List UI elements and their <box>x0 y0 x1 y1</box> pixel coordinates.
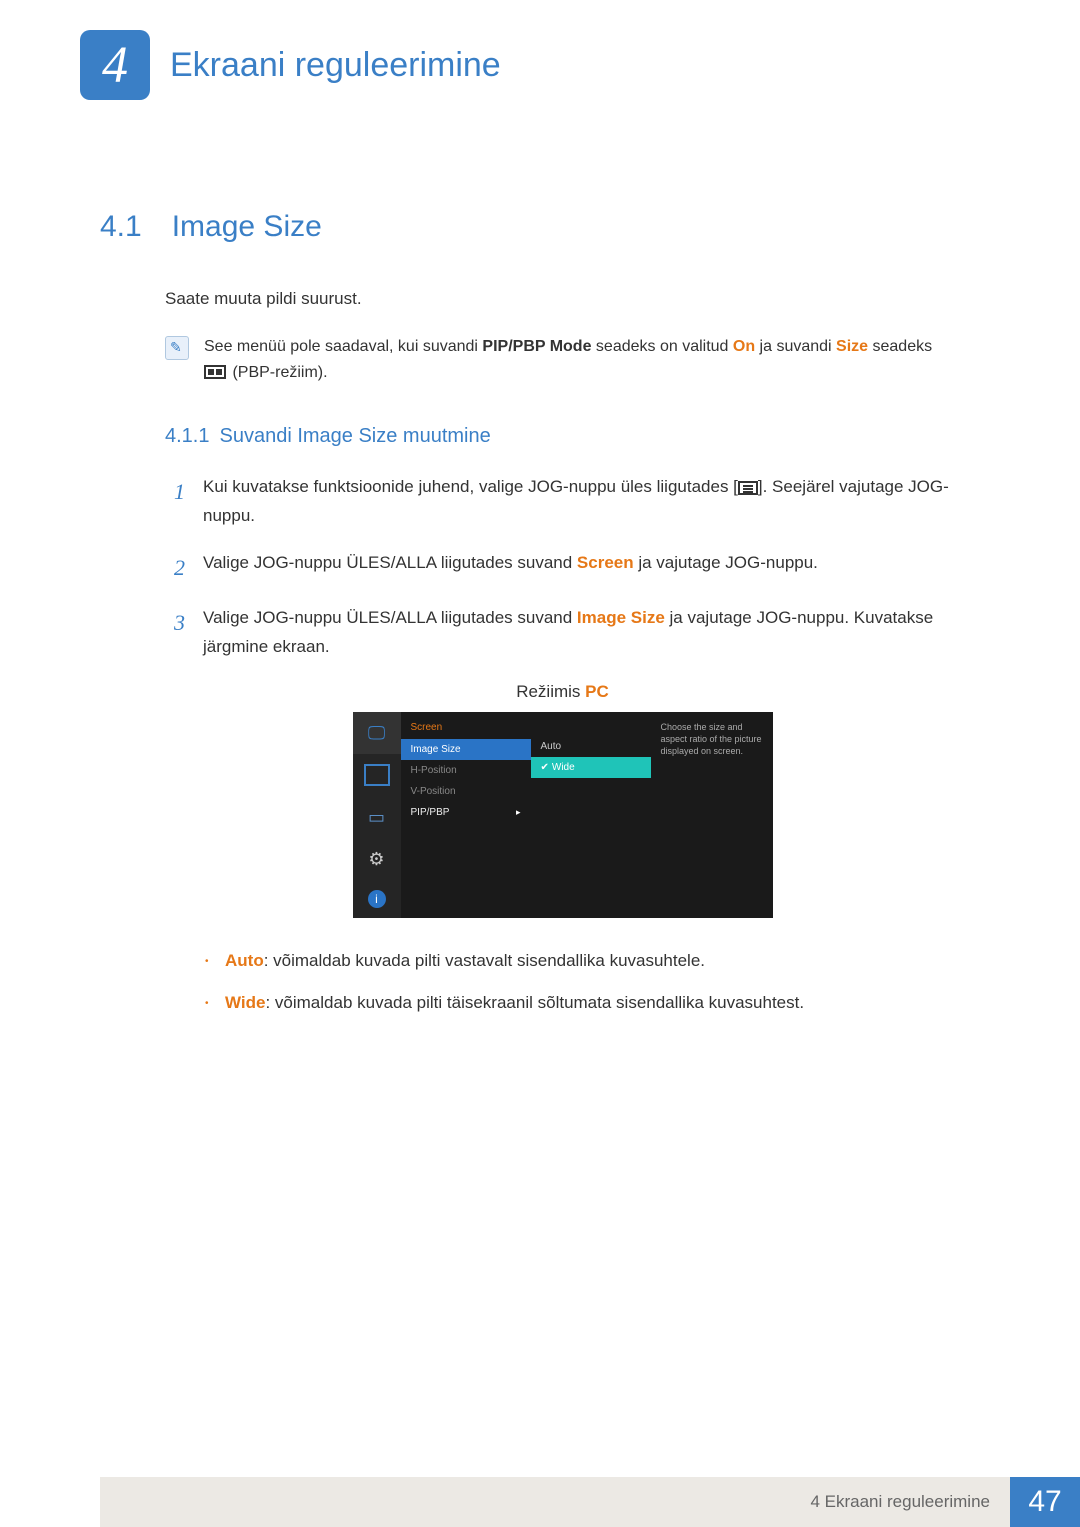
osd-menu-label: PIP/PBP <box>411 807 450 818</box>
subsection-number: 4.1.1 <box>165 425 209 447</box>
osd-screenshot: 🖵 ▭ ⚙ i Screen Image Size H-Position V-P… <box>353 712 773 918</box>
document-page: 4 Ekraani reguleerimine 4.1 Image Size Sa… <box>0 0 1080 1527</box>
note-text: See menüü pole saadaval, kui suvandi PIP… <box>204 334 960 385</box>
step-text: Kui kuvatakse funktsioonide juhend, vali… <box>203 473 960 531</box>
bullet-item: Auto: võimaldab kuvada pilti vastavalt s… <box>205 948 960 974</box>
osd-option: ✔Wide <box>531 757 651 778</box>
bullet-highlight: Wide <box>225 993 265 1012</box>
note-icon <box>165 336 189 360</box>
step-number: 2 <box>165 549 185 586</box>
osd-options: Auto ✔Wide <box>531 712 651 918</box>
step-part: Kui kuvatakse funktsioonide juhend, vali… <box>203 477 738 496</box>
osd-menu-item: Image Size <box>401 739 531 760</box>
section-title: 4.1 Image Size <box>100 210 1000 244</box>
chapter-title: Ekraani reguleerimine <box>170 46 501 85</box>
mode-label-hl: PC <box>585 682 609 701</box>
mode-label: Režiimis PC <box>165 682 960 702</box>
section-name: Image Size <box>172 210 322 243</box>
gear-icon: ⚙ <box>353 838 401 880</box>
step-highlight: Image Size <box>577 608 665 627</box>
subsection-title: 4.1.1 Suvandi Image Size muutmine <box>165 425 960 448</box>
bullet-highlight: Auto <box>225 951 264 970</box>
bullet-list: Auto: võimaldab kuvada pilti vastavalt s… <box>205 948 960 1015</box>
note-pip-mode: PIP/PBP Mode <box>482 338 591 355</box>
bullet-text: : võimaldab kuvada pilti vastavalt sisen… <box>264 951 705 970</box>
osd-option-label: Wide <box>552 762 575 773</box>
chapter-number-badge: 4 <box>80 30 150 100</box>
step-part: Valige JOG-nuppu ÜLES/ALLA liigutades su… <box>203 553 577 572</box>
chevron-right-icon: ▸ <box>516 807 521 818</box>
bullet-text: : võimaldab kuvada pilti täisekraanil sõ… <box>265 993 804 1012</box>
page-footer: 4 Ekraani reguleerimine 47 <box>0 1477 1080 1527</box>
step-part: ja vajutage JOG-nuppu. <box>634 553 818 572</box>
step-item: 3 Valige JOG-nuppu ÜLES/ALLA liigutades … <box>165 604 960 662</box>
step-part: Valige JOG-nuppu ÜLES/ALLA liigutades su… <box>203 608 577 627</box>
step-number: 1 <box>165 473 185 531</box>
note-size: Size <box>836 338 868 355</box>
menu-icon <box>738 481 758 495</box>
osd-option: Auto <box>531 736 651 757</box>
page-number: 47 <box>1010 1477 1080 1527</box>
note-part: ja suvandi <box>755 338 836 355</box>
check-icon: ✔ <box>541 762 549 773</box>
info-icon: i <box>368 890 386 908</box>
note-block: See menüü pole saadaval, kui suvandi PIP… <box>165 334 960 385</box>
osd-menu-item: H-Position <box>401 760 531 781</box>
subsection-name: Suvandi Image Size muutmine <box>219 425 490 447</box>
note-part: (PBP-režiim). <box>228 364 328 381</box>
note-part: See menüü pole saadaval, kui suvandi <box>204 338 482 355</box>
section-number: 4.1 <box>100 210 142 243</box>
pip-icon: ▭ <box>353 796 401 838</box>
note-part: seadeks <box>868 338 932 355</box>
osd-menu-header: Screen <box>401 718 531 739</box>
step-number: 3 <box>165 604 185 662</box>
osd-help-text: Choose the size and aspect ratio of the … <box>651 712 773 918</box>
osd-menu: Screen Image Size H-Position V-Position … <box>401 712 531 918</box>
osd-menu-item: V-Position <box>401 781 531 802</box>
intro-text: Saate muuta pildi suurust. <box>165 289 960 309</box>
osd-menu-item: PIP/PBP ▸ <box>401 802 531 823</box>
pbp-icon <box>204 365 226 379</box>
steps-list: 1 Kui kuvatakse funktsioonide juhend, va… <box>165 473 960 662</box>
osd-sidebar: 🖵 ▭ ⚙ i <box>353 712 401 918</box>
chapter-header: 4 Ekraani reguleerimine <box>80 30 1000 100</box>
position-icon <box>353 754 401 796</box>
footer-text: 4 Ekraani reguleerimine <box>100 1477 1010 1527</box>
step-item: 1 Kui kuvatakse funktsioonide juhend, va… <box>165 473 960 531</box>
note-part: seadeks on valitud <box>591 338 732 355</box>
step-item: 2 Valige JOG-nuppu ÜLES/ALLA liigutades … <box>165 549 960 586</box>
step-highlight: Screen <box>577 553 634 572</box>
step-text: Valige JOG-nuppu ÜLES/ALLA liigutades su… <box>203 549 818 586</box>
note-on: On <box>733 338 755 355</box>
mode-label-prefix: Režiimis <box>516 682 585 701</box>
bullet-item: Wide: võimaldab kuvada pilti täisekraani… <box>205 990 960 1016</box>
content-area: Saate muuta pildi suurust. See menüü pol… <box>165 289 960 1015</box>
monitor-icon: 🖵 <box>353 712 401 754</box>
step-text: Valige JOG-nuppu ÜLES/ALLA liigutades su… <box>203 604 960 662</box>
